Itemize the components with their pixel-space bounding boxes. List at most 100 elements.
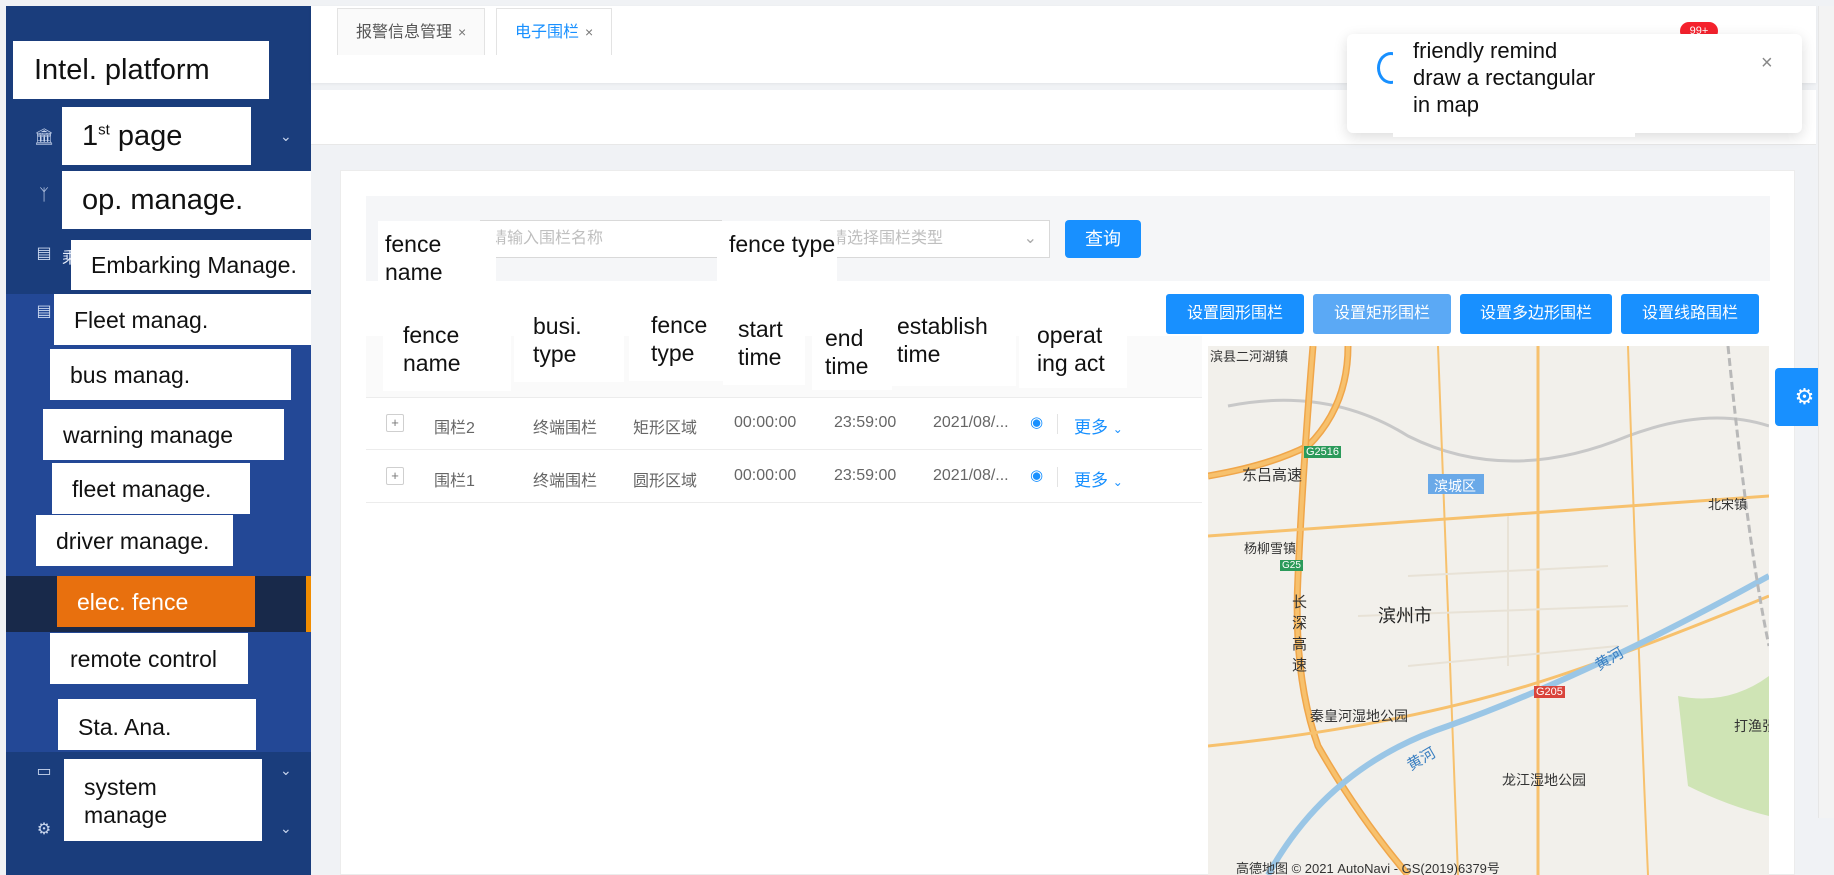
sidebar-item-prefix: 1 (82, 120, 99, 152)
map-label: G205 (1534, 686, 1565, 698)
notification-line: friendly remind (1413, 38, 1558, 63)
column-header: busi. type (514, 309, 624, 382)
chevron-down-icon: ⌄ (1023, 230, 1037, 247)
tab-label: 报警信息管理 (356, 24, 453, 41)
sidebar-item-elec-fence[interactable]: elec. fence (57, 576, 255, 627)
tab-elec-fence[interactable]: 电子围栏 × (496, 8, 613, 55)
expand-icon[interactable]: + (386, 467, 404, 485)
set-route-fence-button[interactable]: 设置线路围栏 (1621, 294, 1759, 334)
cell-fence-type: 圆形区域 (633, 473, 698, 490)
fence-type-placeholder: 请选择围栏类型 (831, 230, 944, 247)
notification-message: friendly remind draw a rectangular in ma… (1393, 36, 1635, 137)
column-header: start time (723, 312, 805, 385)
sidebar-item-label: page (117, 120, 183, 152)
cell-busi-type: 终端围栏 (533, 420, 598, 437)
map-label: 秦皇河湿地公园 (1310, 708, 1408, 724)
cell-created: 2021/08/... (933, 414, 1009, 431)
more-label: 更多 (1074, 418, 1108, 437)
column-header: establish time (886, 308, 1016, 386)
scrollbar[interactable] (1818, 6, 1834, 818)
map-label: 滨州市 (1378, 606, 1432, 626)
column-header: operat ing act (1019, 314, 1127, 388)
map-label: 滨县二河湖镇 (1210, 349, 1289, 364)
gear-icon: ⚙ (36, 821, 52, 838)
tab-alarm-info[interactable]: 报警信息管理 × (337, 8, 486, 55)
sidebar-item-embarking[interactable]: Embarking Manage. (71, 240, 311, 290)
map-label: 杨柳雪镇 (1244, 541, 1297, 556)
table-row[interactable]: + 围栏2 终端围栏 矩形区域 00:00:00 23:59:00 2021/0… (366, 398, 1202, 450)
sidebar-item-stats[interactable]: Sta. Ana. (58, 699, 256, 750)
eye-icon[interactable]: ◉ (1030, 413, 1043, 431)
cell-start-time: 00:00:00 (734, 467, 797, 484)
column-header: end time (812, 317, 892, 390)
set-circle-fence-button[interactable]: 设置圆形围栏 (1166, 294, 1304, 334)
divider (1057, 414, 1058, 434)
cell-end-time: 23:59:00 (834, 467, 897, 484)
set-rect-fence-button[interactable]: 设置矩形围栏 (1313, 294, 1451, 334)
cell-fence-type: 矩形区域 (633, 420, 698, 437)
cell-start-time: 00:00:00 (734, 414, 797, 431)
notification-line: in map (1413, 91, 1480, 117)
map-label: 长深高速 (1292, 594, 1308, 674)
branch-icon: ᛉ (39, 187, 49, 204)
map-label: 东吕高速 (1242, 467, 1303, 484)
sidebar-item-fleet[interactable]: Fleet manag. (54, 294, 311, 345)
sidebar-item-fleet-manage[interactable]: fleet manage. (52, 463, 250, 514)
expand-icon[interactable]: + (386, 414, 404, 432)
notification-line: draw a rectangular (1413, 64, 1596, 90)
page: 🏛 ⌄ ᛉ ▤ 乘 ▤ ▭ ⌄ ⚙ ⌄ Intel. platform 1st … (0, 0, 1834, 875)
divider (1057, 467, 1058, 487)
column-header: fence type (629, 308, 725, 381)
cell-end-time: 23:59:00 (834, 414, 897, 431)
bar-chart-icon: ▭ (36, 763, 52, 780)
chevron-down-icon[interactable]: ⌄ (280, 762, 292, 779)
platform-title: Intel. platform (13, 41, 269, 99)
more-dropdown[interactable]: 更多 ⌄ (1074, 413, 1123, 438)
set-polygon-fence-button[interactable]: 设置多边形围栏 (1460, 294, 1612, 334)
list-icon: ▤ (36, 245, 52, 262)
chevron-down-icon[interactable]: ⌄ (280, 128, 292, 145)
map-credit: 高德地图 © 2021 AutoNavi - GS(2019)6379号 (1236, 861, 1500, 875)
sidebar-active-accent (306, 576, 311, 632)
column-header: fence name (383, 314, 511, 391)
fence-name-placeholder: 请输入围栏名称 (491, 230, 604, 247)
map-label: 滨城区 (1434, 478, 1476, 494)
sidebar-item-remote-control[interactable]: remote control (50, 633, 248, 684)
gear-icon: ⚙ (1794, 384, 1815, 409)
chevron-down-icon: ⌄ (1112, 422, 1123, 436)
map-label: 打渔张 (1734, 718, 1769, 734)
sidebar-item-system[interactable]: system manage (64, 759, 262, 841)
close-icon[interactable]: × (458, 24, 466, 40)
more-dropdown[interactable]: 更多 ⌄ (1074, 466, 1123, 491)
eye-icon[interactable]: ◉ (1030, 466, 1043, 484)
sidebar-item-bus[interactable]: bus manag. (50, 349, 291, 400)
sidebar-item-operation[interactable]: op. manage. (62, 171, 311, 229)
fence-type-select[interactable]: 请选择围栏类型 ⌄ (820, 220, 1050, 258)
more-label: 更多 (1074, 471, 1108, 490)
table-row[interactable]: + 围栏1 终端围栏 圆形区域 00:00:00 23:59:00 2021/0… (366, 451, 1202, 503)
sidebar-item-home[interactable]: 1st page (62, 107, 251, 165)
cell-fence-name: 围栏1 (434, 473, 475, 490)
sidebar-item-sup: st (98, 121, 110, 139)
car-icon: ▤ (36, 303, 52, 320)
cell-fence-name: 围栏2 (434, 420, 475, 437)
map-label: 北宋镇 (1708, 497, 1748, 512)
map-label: G25 (1280, 560, 1303, 571)
fence-type-label: fence type (717, 221, 837, 292)
fence-name-label: fence name (378, 221, 496, 292)
chevron-down-icon[interactable]: ⌄ (280, 820, 292, 837)
chevron-down-icon: ⌄ (1112, 475, 1123, 489)
sidebar-item-warning[interactable]: warning manage (43, 409, 284, 460)
close-icon[interactable]: × (585, 24, 593, 40)
query-button[interactable]: 查询 (1065, 220, 1141, 258)
fence-name-input[interactable]: 请输入围栏名称 (480, 220, 722, 258)
cell-busi-type: 终端围栏 (533, 473, 598, 490)
cell-created: 2021/08/... (933, 467, 1009, 484)
map-label: G2516 (1304, 446, 1342, 458)
sidebar-item-driver[interactable]: driver manage. (36, 515, 233, 566)
close-icon[interactable]: × (1761, 52, 1773, 75)
tab-label: 电子围栏 (515, 24, 580, 41)
bank-icon: 🏛 (34, 129, 55, 146)
map[interactable]: 滨县二河湖镇 东吕高速 G2516 北宋镇 滨城区 杨柳雪镇 G25 长深高速 … (1208, 346, 1769, 875)
map-label: 龙江湿地公园 (1502, 772, 1586, 788)
